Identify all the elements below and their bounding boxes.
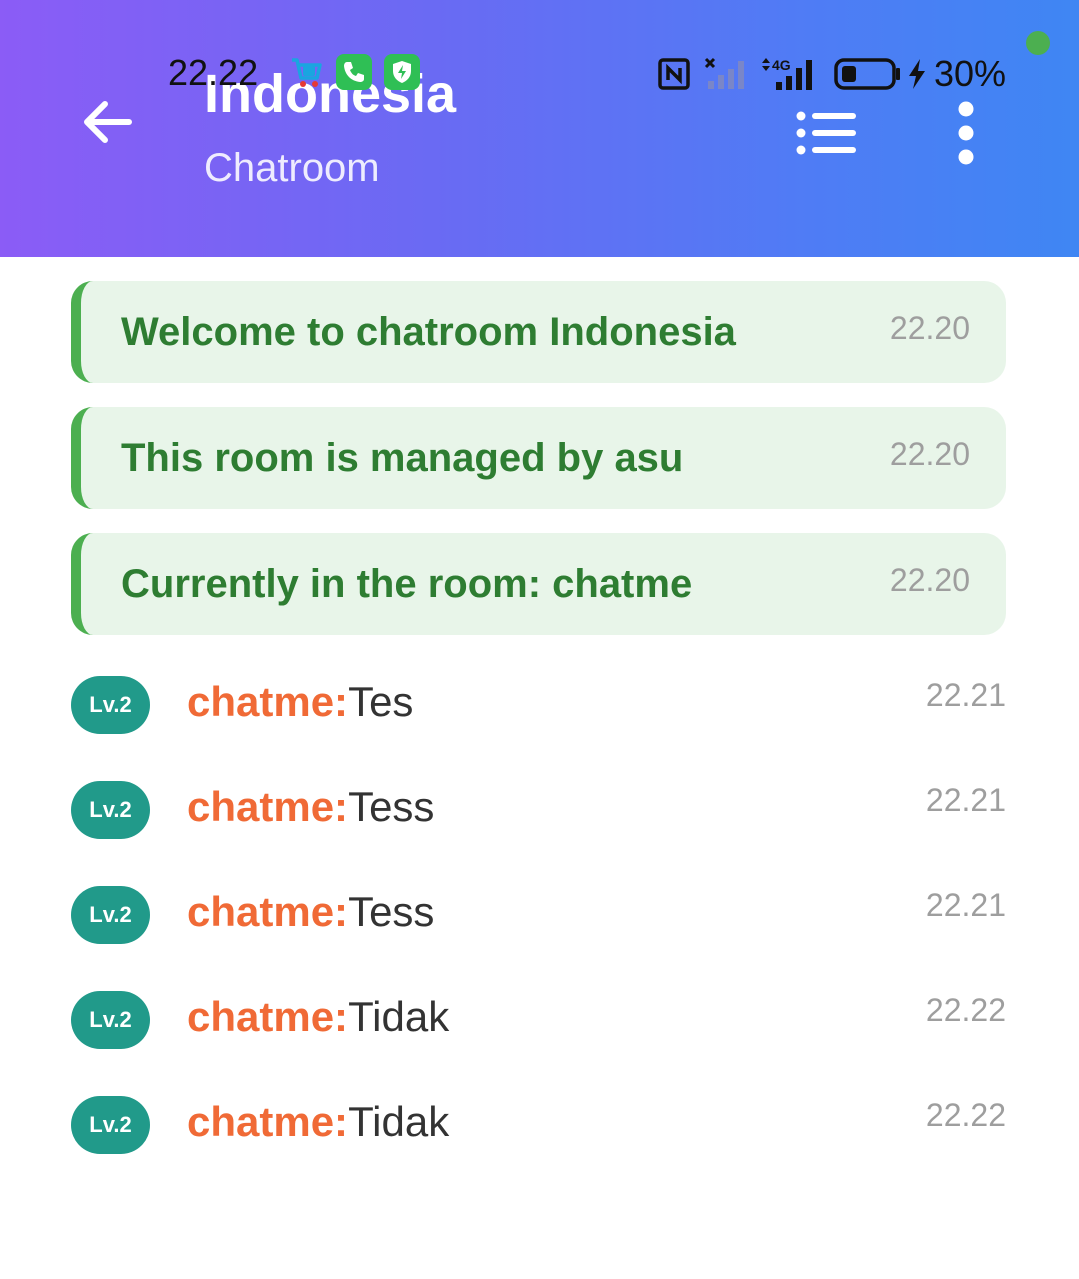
chat-text: Tes — [348, 678, 414, 725]
signal-4g-icon: 4G — [762, 57, 812, 90]
level-badge: Lv.2 — [71, 886, 150, 944]
system-message-text: Welcome to chatroom Indonesia — [121, 310, 736, 354]
chat-text: Tess — [348, 783, 435, 830]
more-options-button[interactable] — [936, 95, 996, 171]
chat-message-line: chatme:Tidak — [187, 1096, 449, 1148]
camera-indicator-dot — [1026, 31, 1050, 55]
system-message-time: 22.20 — [889, 436, 970, 472]
room-subtitle: Chatroom — [204, 146, 380, 190]
phone-icon — [336, 54, 372, 90]
level-badge: Lv.2 — [71, 1096, 150, 1154]
chat-time: 22.21 — [925, 677, 1006, 713]
chat-time: 22.22 — [925, 1097, 1006, 1133]
more-vertical-icon — [958, 101, 974, 165]
member-list-button[interactable] — [788, 100, 866, 166]
chatroom-screen: Indonesia Chatroom 22.22 4G 30% Welcome … — [0, 0, 1079, 1279]
notification-icons — [288, 54, 420, 90]
system-message-time: 22.20 — [889, 562, 970, 598]
nfc-icon — [658, 58, 690, 90]
chat-time: 22.21 — [925, 887, 1006, 923]
system-status-icons: 4G 30% — [658, 52, 1006, 96]
chat-sender[interactable]: chatme: — [187, 993, 348, 1040]
chat-text: Tess — [348, 888, 435, 935]
app-header: Indonesia Chatroom 22.22 4G 30% — [0, 0, 1079, 257]
chat-sender[interactable]: chatme: — [187, 1098, 348, 1145]
chat-message-line: chatme:Tess — [187, 886, 434, 938]
chat-message[interactable]: Lv.2 chatme:Tess 22.21 — [71, 880, 1006, 950]
system-message-time: 22.20 — [889, 310, 970, 346]
charging-icon — [909, 59, 925, 89]
chat-text: Tidak — [348, 993, 450, 1040]
chat-message[interactable]: Lv.2 chatme:Tidak 22.22 — [71, 1090, 1006, 1160]
chat-message[interactable]: Lv.2 chatme:Tes 22.21 — [71, 670, 1006, 740]
network-label: 4G — [772, 57, 791, 73]
arrow-left-icon — [84, 101, 132, 143]
battery-percent: 30% — [934, 53, 1007, 94]
level-badge: Lv.2 — [71, 781, 150, 839]
chat-time: 22.21 — [925, 782, 1006, 818]
chat-sender[interactable]: chatme: — [187, 783, 348, 830]
chat-sender[interactable]: chatme: — [187, 888, 348, 935]
chat-sender[interactable]: chatme: — [187, 678, 348, 725]
back-button[interactable] — [70, 85, 144, 159]
shop-icon — [288, 54, 324, 90]
status-time: 22.22 — [168, 52, 259, 93]
system-message-text: Currently in the room: chatme — [121, 562, 693, 606]
level-badge: Lv.2 — [71, 991, 150, 1049]
system-message: Currently in the room: chatme 22.20 — [71, 533, 1006, 635]
chat-message-line: chatme:Tidak — [187, 991, 449, 1043]
shield-icon — [384, 54, 420, 90]
system-message-text: This room is managed by asu — [121, 436, 684, 480]
system-message: This room is managed by asu 22.20 — [71, 407, 1006, 509]
level-badge: Lv.2 — [71, 676, 150, 734]
system-message: Welcome to chatroom Indonesia 22.20 — [71, 281, 1006, 383]
chat-message[interactable]: Lv.2 chatme:Tess 22.21 — [71, 775, 1006, 845]
chat-text: Tidak — [348, 1098, 450, 1145]
no-signal-icon — [704, 57, 744, 89]
chat-message-line: chatme:Tess — [187, 781, 434, 833]
battery-icon — [834, 58, 900, 90]
chat-message-line: chatme:Tes — [187, 676, 413, 728]
chat-time: 22.22 — [925, 992, 1006, 1028]
list-icon — [796, 111, 856, 155]
chat-message[interactable]: Lv.2 chatme:Tidak 22.22 — [71, 985, 1006, 1055]
